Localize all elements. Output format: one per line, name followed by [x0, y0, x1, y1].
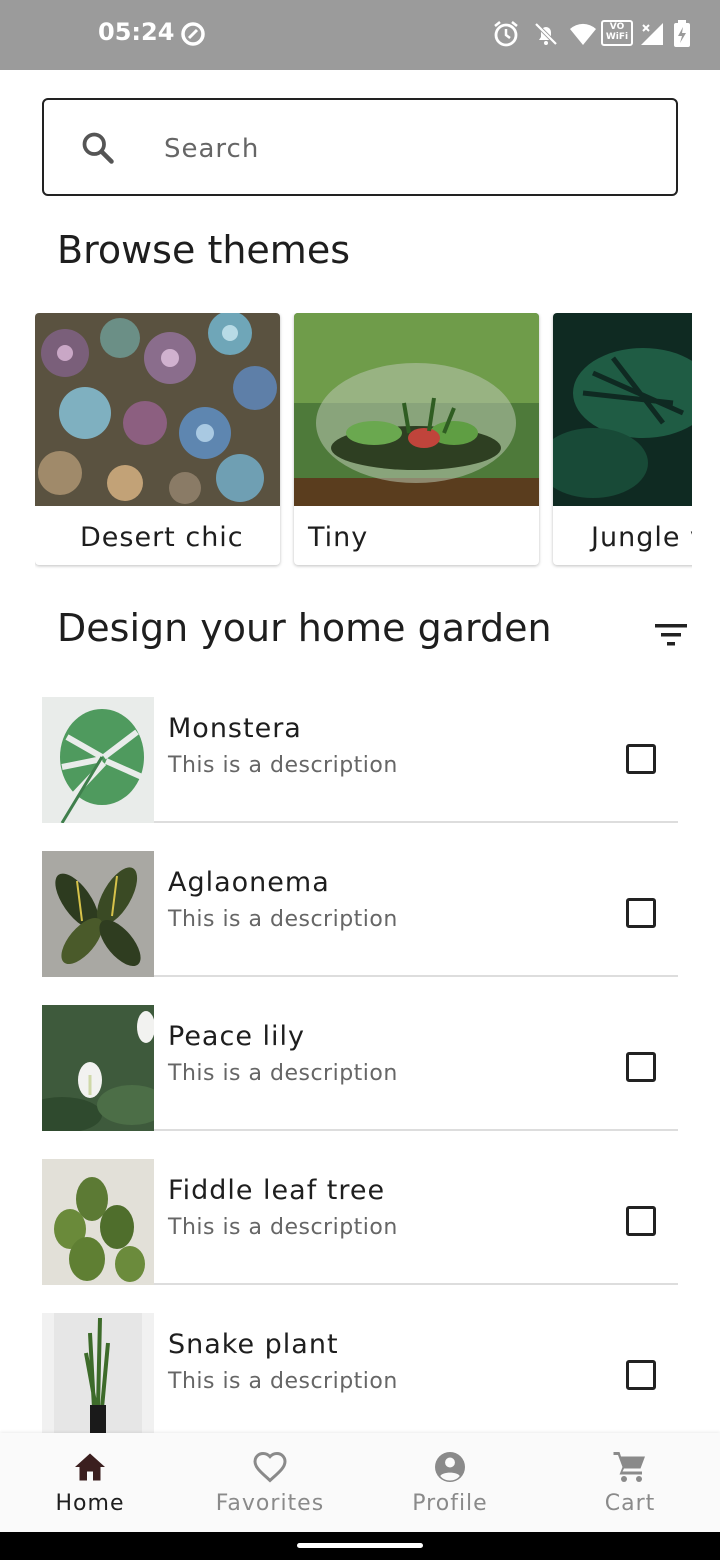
plant-description: This is a description — [168, 753, 398, 778]
garden-section-title: Design your home garden — [57, 606, 552, 650]
data-saver-icon — [181, 22, 205, 46]
nav-label: Home — [55, 1491, 125, 1516]
browse-themes-title: Browse themes — [57, 228, 350, 272]
system-navigation-bar — [0, 1532, 720, 1560]
divider — [154, 1283, 678, 1285]
themes-carousel[interactable]: Desert chic Tiny Jungle v — [35, 313, 692, 569]
theme-card-jungle[interactable]: Jungle v — [553, 313, 692, 565]
home-gesture-handle[interactable] — [297, 1543, 423, 1548]
nav-label: Favorites — [215, 1491, 325, 1516]
theme-card-tiny[interactable]: Tiny — [294, 313, 539, 565]
monstera-leaves-image — [553, 313, 692, 506]
nav-home[interactable]: Home — [0, 1433, 180, 1532]
filter-list-icon[interactable] — [652, 620, 690, 650]
account-circle-icon — [435, 1452, 465, 1482]
plant-name: Fiddle leaf tree — [168, 1175, 386, 1206]
alarm-icon — [494, 21, 518, 47]
plant-checkbox[interactable] — [626, 744, 656, 774]
plant-checkbox[interactable] — [626, 898, 656, 928]
bottom-navigation: Home Favorites Profile Cart — [0, 1433, 720, 1532]
plant-name: Snake plant — [168, 1329, 339, 1360]
bell-off-icon — [534, 22, 558, 46]
plant-name: Peace lily — [168, 1021, 305, 1052]
list-item[interactable]: Fiddle leaf tree This is a description — [42, 1159, 678, 1285]
nav-label: Profile — [412, 1491, 488, 1516]
plant-name: Aglaonema — [168, 867, 330, 898]
nav-profile[interactable]: Profile — [360, 1433, 540, 1532]
peace-lily-thumbnail — [42, 1005, 154, 1131]
heart-icon — [253, 1451, 287, 1483]
divider — [154, 1129, 678, 1131]
plant-name: Monstera — [168, 713, 302, 744]
plant-checkbox[interactable] — [626, 1206, 656, 1236]
battery-charging-icon — [674, 20, 690, 47]
plant-description: This is a description — [168, 907, 398, 932]
status-time: 05:24 — [98, 18, 175, 46]
list-item[interactable]: Aglaonema This is a description — [42, 851, 678, 977]
nav-label: Cart — [604, 1491, 656, 1516]
divider — [154, 975, 678, 977]
signal-icon — [641, 23, 663, 45]
list-item[interactable]: Monstera This is a description — [42, 697, 678, 823]
theme-label: Jungle v — [591, 522, 692, 553]
fiddle-leaf-thumbnail — [42, 1159, 154, 1285]
plant-description: This is a description — [168, 1061, 398, 1086]
list-item[interactable]: Peace lily This is a description — [42, 1005, 678, 1131]
home-icon — [75, 1453, 105, 1481]
snake-plant-thumbnail — [42, 1313, 154, 1433]
theme-card-desert-chic[interactable]: Desert chic — [35, 313, 280, 565]
succulents-image — [35, 313, 280, 506]
plant-description: This is a description — [168, 1369, 398, 1394]
theme-label: Tiny — [308, 522, 369, 553]
nav-favorites[interactable]: Favorites — [180, 1433, 360, 1532]
cart-icon — [613, 1452, 645, 1482]
list-item[interactable]: Snake plant This is a description — [42, 1313, 678, 1433]
divider — [154, 821, 678, 823]
search-input[interactable] — [162, 124, 646, 174]
search-bar[interactable] — [42, 98, 678, 196]
search-icon — [82, 132, 114, 164]
aglaonema-thumbnail — [42, 851, 154, 977]
monstera-thumbnail — [42, 697, 154, 823]
theme-label: Desert chic — [80, 522, 244, 553]
wifi-icon — [570, 23, 596, 45]
plant-checkbox[interactable] — [626, 1360, 656, 1390]
plant-checkbox[interactable] — [626, 1052, 656, 1082]
nav-cart[interactable]: Cart — [540, 1433, 720, 1532]
terrarium-image — [294, 313, 539, 506]
status-bar: 05:24 VO WiFi — [0, 0, 720, 70]
plant-description: This is a description — [168, 1215, 398, 1240]
vowifi-icon: VO WiFi — [601, 20, 633, 46]
